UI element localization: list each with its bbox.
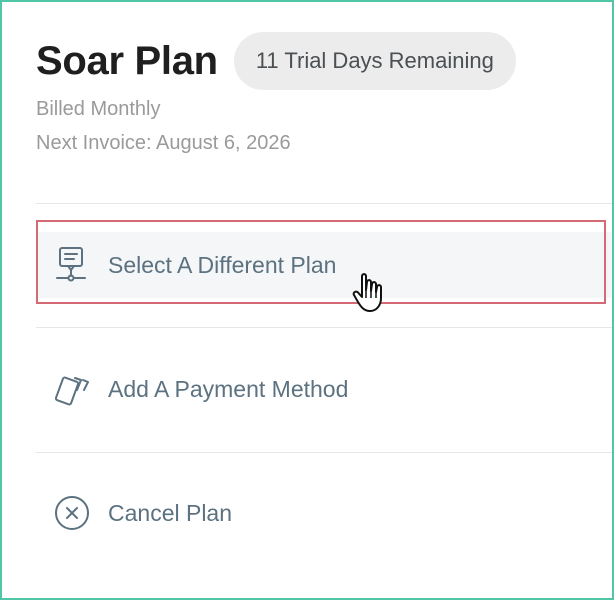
select-different-plan-label: Select A Different Plan (108, 251, 337, 278)
billing-cycle-text: Billed Monthly (36, 98, 161, 120)
payment-cards-icon (52, 369, 92, 409)
close-circle-icon (52, 493, 92, 533)
title-row: Soar Plan 11 Trial Days Remaining (36, 32, 612, 90)
plan-panel: Soar Plan 11 Trial Days Remaining Billed… (0, 0, 614, 600)
divider (36, 327, 612, 328)
next-invoice-text: Next Invoice: August 6, 2026 (36, 132, 291, 154)
add-payment-method-label: Add A Payment Method (108, 375, 349, 402)
cancel-plan-button[interactable]: Cancel Plan (36, 480, 612, 546)
plan-header: Soar Plan 11 Trial Days Remaining Billed… (36, 32, 612, 154)
plan-title: Soar Plan (36, 38, 218, 83)
trial-days-badge: 11 Trial Days Remaining (233, 32, 516, 90)
plan-sign-icon (52, 245, 92, 285)
divider (36, 452, 612, 453)
cancel-plan-label: Cancel Plan (108, 499, 233, 526)
add-payment-method-button[interactable]: Add A Payment Method (36, 356, 612, 422)
select-different-plan-button[interactable]: Select A Different Plan (36, 232, 612, 298)
divider (36, 203, 612, 204)
